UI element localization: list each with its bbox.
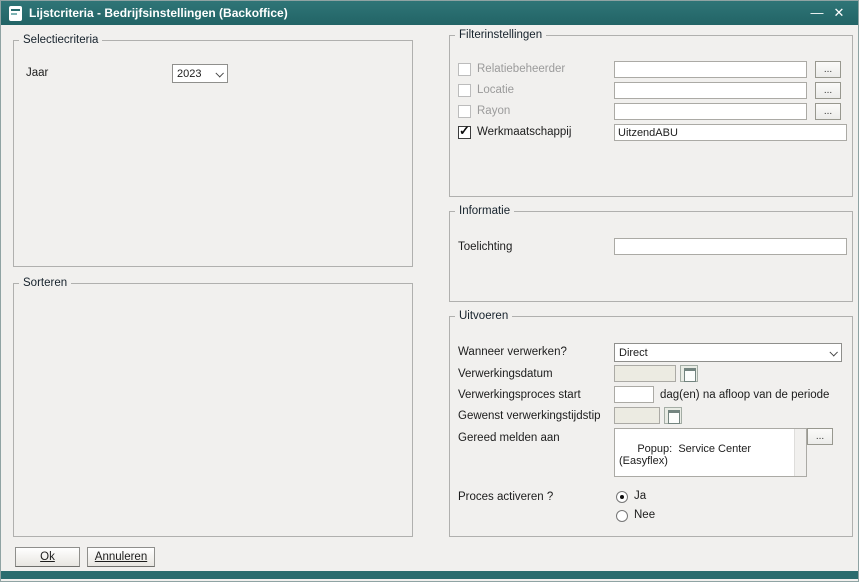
- uitvoeren-group: Uitvoeren Wanneer verwerken? Direct Verw…: [449, 310, 853, 537]
- jaar-label: Jaar: [26, 67, 48, 79]
- gereed-melden-aan-label: Gereed melden aan: [458, 432, 560, 444]
- proces-activeren-ja-radio[interactable]: [616, 491, 628, 503]
- sorteren-legend: Sorteren: [19, 277, 71, 289]
- werkmaatschappij-input[interactable]: [614, 124, 847, 141]
- proces-activeren-nee-label[interactable]: Nee: [634, 509, 655, 521]
- chevron-down-icon: [215, 69, 223, 77]
- relatiebeheerder-browse-button[interactable]: ...: [815, 61, 841, 78]
- rayon-label: Rayon: [477, 105, 510, 117]
- chevron-down-icon: [829, 348, 837, 356]
- proces-activeren-label: Proces activeren ?: [458, 491, 553, 503]
- locatie-input[interactable]: [614, 82, 807, 99]
- informatie-group: Informatie Toelichting: [449, 205, 853, 302]
- gereed-melden-aan-memo[interactable]: Popup: Service Center (Easyflex): [614, 428, 807, 477]
- filterinstellingen-group: Filterinstellingen Relatiebeheerder ... …: [449, 29, 853, 197]
- toelichting-input[interactable]: [614, 238, 847, 255]
- minimize-button[interactable]: —: [806, 1, 828, 25]
- gereed-melden-aan-value: Popup: Service Center (Easyflex): [619, 443, 754, 467]
- filter-row-locatie: Locatie ...: [458, 82, 848, 100]
- close-button[interactable]: ✕: [828, 1, 850, 25]
- jaar-select-value: 2023: [177, 68, 201, 80]
- sorteren-group: Sorteren: [13, 277, 413, 537]
- verwerkingsdatum-input[interactable]: [614, 365, 676, 382]
- proces-activeren-nee-radio[interactable]: [616, 510, 628, 522]
- wanneer-verwerken-label: Wanneer verwerken?: [458, 346, 567, 358]
- window-icon: [9, 6, 22, 21]
- filter-row-rayon: Rayon ...: [458, 103, 848, 121]
- gereed-melden-browse-button[interactable]: ...: [807, 428, 833, 445]
- werkmaatschappij-label: Werkmaatschappij: [477, 126, 571, 138]
- locatie-browse-button[interactable]: ...: [815, 82, 841, 99]
- relatiebeheerder-input[interactable]: [614, 61, 807, 78]
- gewenst-verwerkingstijdstip-label: Gewenst verwerkingstijdstip: [458, 410, 601, 422]
- wanneer-verwerken-select[interactable]: Direct: [614, 343, 842, 362]
- werkmaatschappij-checkbox[interactable]: ✓: [458, 126, 471, 139]
- selectiecriteria-group: Selectiecriteria Jaar 2023: [13, 34, 413, 267]
- filterinstellingen-legend: Filterinstellingen: [455, 29, 546, 41]
- bottom-accent-bar: [1, 571, 858, 579]
- rayon-browse-button[interactable]: ...: [815, 103, 841, 120]
- ok-button[interactable]: Ok: [15, 547, 80, 567]
- memo-scrollbar[interactable]: [794, 429, 806, 476]
- dialog-window: Lijstcriteria - Bedrijfsinstellingen (Ba…: [0, 0, 859, 582]
- proces-activeren-ja-label[interactable]: Ja: [634, 490, 646, 502]
- relatiebeheerder-checkbox[interactable]: [458, 63, 471, 76]
- check-icon: ✓: [459, 123, 470, 139]
- locatie-label: Locatie: [477, 84, 514, 96]
- relatiebeheerder-label: Relatiebeheerder: [477, 63, 565, 75]
- verwerkingsproces-start-suffix: dag(en) na afloop van de periode: [660, 389, 829, 401]
- verwerkingsproces-start-label: Verwerkingsproces start: [458, 389, 581, 401]
- verwerkingsdatum-label: Verwerkingsdatum: [458, 368, 553, 380]
- informatie-legend: Informatie: [455, 205, 514, 217]
- tijdstip-calendar-icon[interactable]: [664, 407, 682, 424]
- wanneer-verwerken-value: Direct: [619, 347, 648, 359]
- verwerkingsproces-start-input[interactable]: [614, 386, 654, 403]
- locatie-checkbox[interactable]: [458, 84, 471, 97]
- uitvoeren-legend: Uitvoeren: [455, 310, 512, 322]
- titlebar[interactable]: Lijstcriteria - Bedrijfsinstellingen (Ba…: [1, 1, 858, 25]
- filter-row-relatiebeheerder: Relatiebeheerder ...: [458, 61, 848, 79]
- gewenst-verwerkingstijdstip-input[interactable]: [614, 407, 660, 424]
- verwerkingsdatum-calendar-icon[interactable]: [680, 365, 698, 382]
- selectiecriteria-legend: Selectiecriteria: [19, 34, 102, 46]
- rayon-checkbox[interactable]: [458, 105, 471, 118]
- toelichting-label: Toelichting: [458, 241, 512, 253]
- filter-row-werkmaatschappij: ✓ Werkmaatschappij: [458, 124, 848, 142]
- rayon-input[interactable]: [614, 103, 807, 120]
- jaar-select[interactable]: 2023: [172, 64, 228, 83]
- cancel-button[interactable]: Annuleren: [87, 547, 155, 567]
- window-title: Lijstcriteria - Bedrijfsinstellingen (Ba…: [29, 6, 806, 20]
